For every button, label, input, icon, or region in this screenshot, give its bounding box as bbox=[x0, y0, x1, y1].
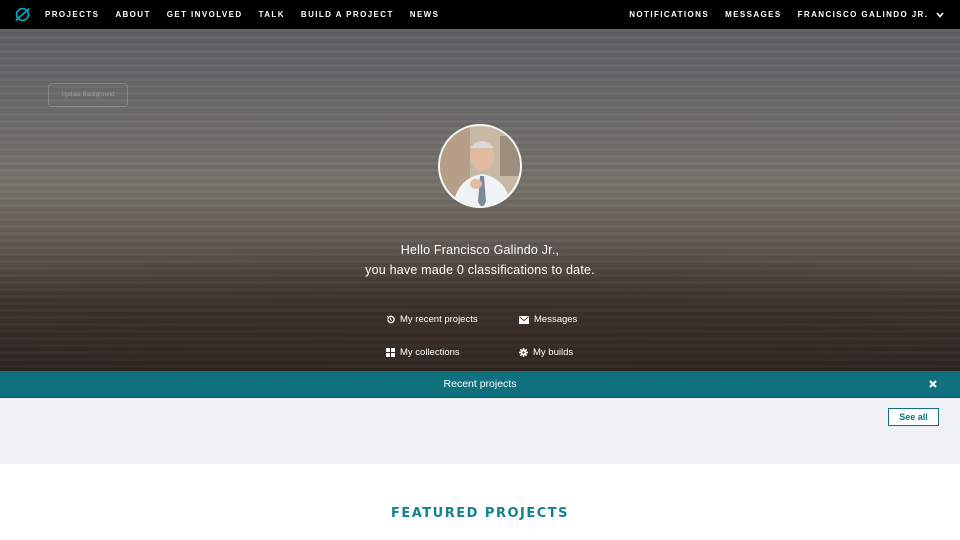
see-all-button[interactable]: See all bbox=[888, 408, 939, 426]
envelope-icon bbox=[519, 315, 529, 324]
avatar-portrait-image bbox=[440, 126, 520, 206]
my-builds-label: My builds bbox=[533, 347, 574, 358]
history-icon bbox=[386, 315, 395, 324]
user-nav: NOTIFICATIONS MESSAGES FRANCISCO GALINDO… bbox=[613, 0, 944, 29]
nav-talk-link[interactable]: TALK bbox=[259, 10, 285, 19]
zooniverse-logo-icon[interactable] bbox=[14, 6, 31, 23]
hero-section: Update Background Hello Francisco Galind… bbox=[0, 29, 960, 371]
nav-get-involved-link[interactable]: GET INVOLVED bbox=[167, 10, 243, 19]
update-background-button[interactable]: Update Background bbox=[48, 83, 128, 107]
featured-projects-heading: FEATURED PROJECTS bbox=[390, 506, 570, 521]
nav-about-link[interactable]: ABOUT bbox=[115, 10, 150, 19]
my-recent-projects-label: My recent projects bbox=[400, 314, 478, 325]
user-name: FRANCISCO GALINDO JR. bbox=[797, 10, 929, 19]
recent-projects-title: Recent projects bbox=[443, 378, 517, 390]
gear-icon bbox=[519, 348, 528, 357]
main-nav: PROJECTS ABOUT GET INVOLVED TALK BUILD A… bbox=[45, 0, 455, 29]
nav-projects-link[interactable]: PROJECTS bbox=[45, 10, 99, 19]
notifications-link[interactable]: NOTIFICATIONS bbox=[629, 10, 709, 19]
top-navigation: PROJECTS ABOUT GET INVOLVED TALK BUILD A… bbox=[0, 0, 960, 29]
nav-build-project-link[interactable]: BUILD A PROJECT bbox=[301, 10, 394, 19]
chevron-down-icon bbox=[936, 12, 944, 18]
user-menu-button[interactable]: FRANCISCO GALINDO JR. bbox=[798, 10, 944, 19]
greeting-text: Hello Francisco Galindo Jr., you have ma… bbox=[0, 240, 960, 280]
greeting-line-2: you have made 0 classifications to date. bbox=[365, 263, 595, 277]
close-icon[interactable] bbox=[928, 379, 938, 389]
recent-projects-header: Recent projects bbox=[0, 371, 960, 398]
messages-link-hero[interactable]: Messages bbox=[519, 314, 577, 325]
avatar[interactable] bbox=[438, 124, 522, 208]
my-builds-link[interactable]: My builds bbox=[519, 347, 573, 358]
messages-link[interactable]: MESSAGES bbox=[725, 10, 782, 19]
my-recent-projects-link[interactable]: My recent projects bbox=[386, 314, 478, 325]
recent-projects-panel: See all bbox=[0, 398, 960, 464]
my-collections-link[interactable]: My collections bbox=[386, 347, 460, 358]
grid-icon bbox=[386, 348, 395, 357]
nav-news-link[interactable]: NEWS bbox=[410, 10, 440, 19]
greeting-line-1: Hello Francisco Galindo Jr., bbox=[400, 243, 560, 257]
my-collections-label: My collections bbox=[400, 347, 460, 358]
messages-label: Messages bbox=[534, 314, 578, 325]
